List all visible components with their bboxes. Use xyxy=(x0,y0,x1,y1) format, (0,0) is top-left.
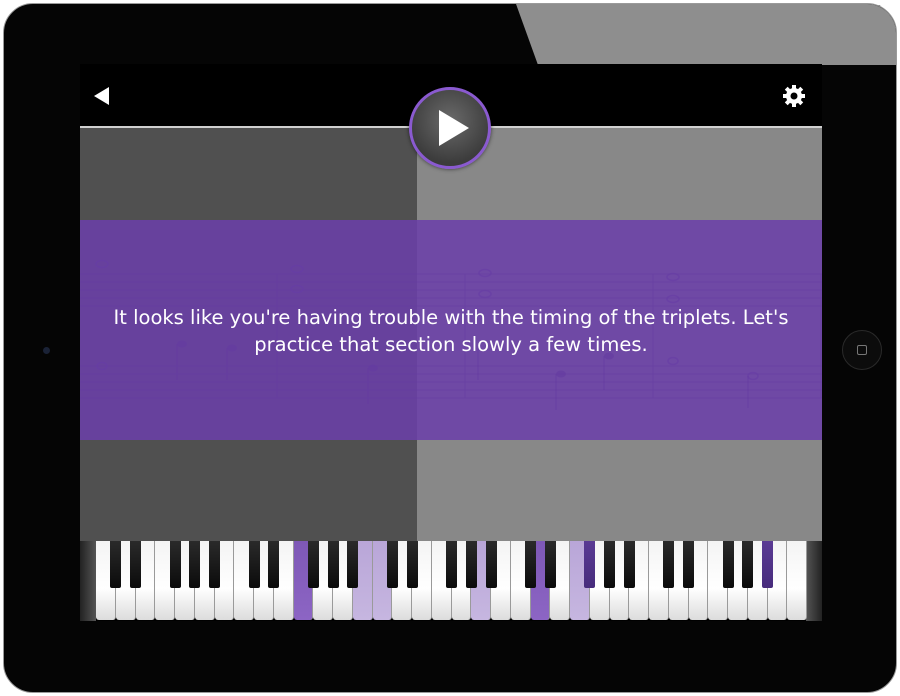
black-key[interactable] xyxy=(347,541,359,588)
black-key[interactable] xyxy=(268,541,280,588)
black-key[interactable] xyxy=(722,541,734,588)
tip-message: It looks like you're having trouble with… xyxy=(113,306,789,356)
settings-button[interactable] xyxy=(780,82,808,110)
piano-keyboard xyxy=(80,541,822,621)
black-key[interactable] xyxy=(663,541,675,588)
black-key[interactable] xyxy=(169,541,181,588)
black-key[interactable] xyxy=(584,541,596,588)
black-key[interactable] xyxy=(130,541,141,588)
black-key[interactable] xyxy=(683,541,694,588)
black-key[interactable] xyxy=(406,541,418,588)
home-button[interactable] xyxy=(842,330,882,370)
keyboard-left-cap xyxy=(80,541,96,621)
play-button[interactable] xyxy=(409,87,491,169)
black-key[interactable] xyxy=(544,541,556,588)
black-key[interactable] xyxy=(209,541,220,588)
keyboard-right-cap xyxy=(806,541,822,621)
back-button[interactable] xyxy=(90,84,114,108)
black-key[interactable] xyxy=(604,541,615,588)
gear-icon xyxy=(783,85,805,107)
front-camera xyxy=(43,347,50,354)
black-key[interactable] xyxy=(327,541,339,588)
app-screen: It looks like you're having trouble with… xyxy=(80,64,822,621)
black-key[interactable] xyxy=(623,541,635,588)
black-key[interactable] xyxy=(248,541,260,588)
black-key[interactable] xyxy=(446,541,457,588)
black-key[interactable] xyxy=(307,541,319,588)
play-icon xyxy=(439,110,469,146)
home-square-icon xyxy=(857,345,867,355)
black-key[interactable] xyxy=(110,541,122,588)
black-key[interactable] xyxy=(525,541,536,588)
back-arrow-icon xyxy=(94,87,109,105)
black-key[interactable] xyxy=(742,541,754,588)
black-key[interactable] xyxy=(762,541,773,588)
black-key[interactable] xyxy=(189,541,201,588)
black-key[interactable] xyxy=(485,541,497,588)
black-key[interactable] xyxy=(465,541,477,588)
white-key[interactable] xyxy=(787,541,807,620)
black-key[interactable] xyxy=(386,541,398,588)
